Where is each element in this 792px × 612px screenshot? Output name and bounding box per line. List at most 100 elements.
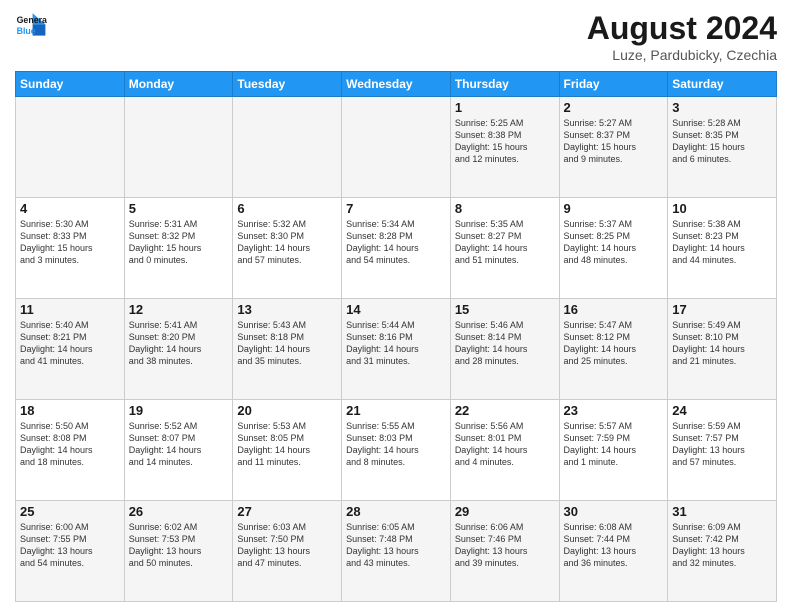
day-number: 3: [672, 100, 772, 115]
day-number: 26: [129, 504, 229, 519]
calendar-cell: 10 Sunrise: 5:38 AM Sunset: 8:23 PM Dayli…: [668, 198, 777, 299]
weekday-header-wednesday: Wednesday: [342, 72, 451, 97]
day-number: 29: [455, 504, 555, 519]
day-info: Sunrise: 6:00 AM Sunset: 7:55 PM Dayligh…: [20, 521, 120, 570]
calendar-cell: 8 Sunrise: 5:35 AM Sunset: 8:27 PM Daylig…: [450, 198, 559, 299]
calendar-cell: 21 Sunrise: 5:55 AM Sunset: 8:03 PM Dayli…: [342, 400, 451, 501]
day-number: 19: [129, 403, 229, 418]
day-info: Sunrise: 5:53 AM Sunset: 8:05 PM Dayligh…: [237, 420, 337, 469]
calendar-cell: [16, 97, 125, 198]
day-number: 24: [672, 403, 772, 418]
day-info: Sunrise: 5:47 AM Sunset: 8:12 PM Dayligh…: [564, 319, 664, 368]
day-number: 4: [20, 201, 120, 216]
day-info: Sunrise: 5:49 AM Sunset: 8:10 PM Dayligh…: [672, 319, 772, 368]
weekday-header-tuesday: Tuesday: [233, 72, 342, 97]
calendar-cell: 9 Sunrise: 5:37 AM Sunset: 8:25 PM Daylig…: [559, 198, 668, 299]
calendar-cell: 22 Sunrise: 5:56 AM Sunset: 8:01 PM Dayli…: [450, 400, 559, 501]
day-number: 23: [564, 403, 664, 418]
svg-text:Blue: Blue: [17, 26, 36, 36]
day-number: 25: [20, 504, 120, 519]
day-number: 30: [564, 504, 664, 519]
logo: General Blue: [15, 10, 51, 42]
calendar-cell: 7 Sunrise: 5:34 AM Sunset: 8:28 PM Daylig…: [342, 198, 451, 299]
svg-text:General: General: [17, 15, 47, 25]
day-number: 16: [564, 302, 664, 317]
calendar-cell: 6 Sunrise: 5:32 AM Sunset: 8:30 PM Daylig…: [233, 198, 342, 299]
day-info: Sunrise: 5:35 AM Sunset: 8:27 PM Dayligh…: [455, 218, 555, 267]
day-info: Sunrise: 5:38 AM Sunset: 8:23 PM Dayligh…: [672, 218, 772, 267]
day-number: 21: [346, 403, 446, 418]
day-info: Sunrise: 5:25 AM Sunset: 8:38 PM Dayligh…: [455, 117, 555, 166]
calendar-cell: 20Sunrise: 5:53 AM Sunset: 8:05 PM Dayli…: [233, 400, 342, 501]
day-info: Sunrise: 5:44 AM Sunset: 8:16 PM Dayligh…: [346, 319, 446, 368]
day-info: Sunrise: 5:34 AM Sunset: 8:28 PM Dayligh…: [346, 218, 446, 267]
calendar-cell: [124, 97, 233, 198]
day-number: 9: [564, 201, 664, 216]
day-info: Sunrise: 6:05 AM Sunset: 7:48 PM Dayligh…: [346, 521, 446, 570]
day-info: Sunrise: 6:03 AM Sunset: 7:50 PM Dayligh…: [237, 521, 337, 570]
day-info: Sunrise: 6:09 AM Sunset: 7:42 PM Dayligh…: [672, 521, 772, 570]
day-info: Sunrise: 5:40 AM Sunset: 8:21 PM Dayligh…: [20, 319, 120, 368]
weekday-header-saturday: Saturday: [668, 72, 777, 97]
calendar-cell: 5Sunrise: 5:31 AM Sunset: 8:32 PM Daylig…: [124, 198, 233, 299]
calendar-cell: 19 Sunrise: 5:52 AM Sunset: 8:07 PM Dayli…: [124, 400, 233, 501]
day-info: Sunrise: 6:02 AM Sunset: 7:53 PM Dayligh…: [129, 521, 229, 570]
day-info: Sunrise: 6:06 AM Sunset: 7:46 PM Dayligh…: [455, 521, 555, 570]
calendar-cell: 28 Sunrise: 6:05 AM Sunset: 7:48 PM Dayli…: [342, 501, 451, 602]
day-number: 7: [346, 201, 446, 216]
day-info: Sunrise: 5:31 AM Sunset: 8:32 PM Dayligh…: [129, 218, 229, 267]
day-info: Sunrise: 5:28 AM Sunset: 8:35 PM Dayligh…: [672, 117, 772, 166]
calendar-cell: 13Sunrise: 5:43 AM Sunset: 8:18 PM Dayli…: [233, 299, 342, 400]
calendar-cell: 27 Sunrise: 6:03 AM Sunset: 7:50 PM Dayli…: [233, 501, 342, 602]
day-info: Sunrise: 5:50 AM Sunset: 8:08 PM Dayligh…: [20, 420, 120, 469]
day-info: Sunrise: 5:59 AM Sunset: 7:57 PM Dayligh…: [672, 420, 772, 469]
day-info: Sunrise: 5:56 AM Sunset: 8:01 PM Dayligh…: [455, 420, 555, 469]
weekday-header-sunday: Sunday: [16, 72, 125, 97]
calendar-cell: 3 Sunrise: 5:28 AM Sunset: 8:35 PM Daylig…: [668, 97, 777, 198]
day-number: 1: [455, 100, 555, 115]
day-number: 17: [672, 302, 772, 317]
calendar-cell: 14Sunrise: 5:44 AM Sunset: 8:16 PM Dayli…: [342, 299, 451, 400]
calendar-cell: 4 Sunrise: 5:30 AM Sunset: 8:33 PM Daylig…: [16, 198, 125, 299]
calendar-cell: 30 Sunrise: 6:08 AM Sunset: 7:44 PM Dayli…: [559, 501, 668, 602]
calendar-cell: [342, 97, 451, 198]
header: General Blue August 2024 Luze, Pardubick…: [15, 10, 777, 63]
calendar-cell: 1 Sunrise: 5:25 AM Sunset: 8:38 PM Daylig…: [450, 97, 559, 198]
day-number: 10: [672, 201, 772, 216]
calendar-cell: 29 Sunrise: 6:06 AM Sunset: 7:46 PM Dayli…: [450, 501, 559, 602]
calendar-cell: 26 Sunrise: 6:02 AM Sunset: 7:53 PM Dayli…: [124, 501, 233, 602]
calendar-week-row: 18 Sunrise: 5:50 AM Sunset: 8:08 PM Dayli…: [16, 400, 777, 501]
day-info: Sunrise: 5:57 AM Sunset: 7:59 PM Dayligh…: [564, 420, 664, 469]
day-number: 28: [346, 504, 446, 519]
day-number: 6: [237, 201, 337, 216]
calendar-cell: 15 Sunrise: 5:46 AM Sunset: 8:14 PM Dayli…: [450, 299, 559, 400]
weekday-header-thursday: Thursday: [450, 72, 559, 97]
calendar-week-row: 25 Sunrise: 6:00 AM Sunset: 7:55 PM Dayli…: [16, 501, 777, 602]
title-block: August 2024 Luze, Pardubicky, Czechia: [587, 10, 777, 63]
calendar-table: SundayMondayTuesdayWednesdayThursdayFrid…: [15, 71, 777, 602]
day-number: 13: [237, 302, 337, 317]
day-number: 27: [237, 504, 337, 519]
day-number: 22: [455, 403, 555, 418]
day-number: 11: [20, 302, 120, 317]
calendar-cell: [233, 97, 342, 198]
day-number: 8: [455, 201, 555, 216]
day-info: Sunrise: 6:08 AM Sunset: 7:44 PM Dayligh…: [564, 521, 664, 570]
day-info: Sunrise: 5:52 AM Sunset: 8:07 PM Dayligh…: [129, 420, 229, 469]
weekday-header-row: SundayMondayTuesdayWednesdayThursdayFrid…: [16, 72, 777, 97]
day-info: Sunrise: 5:32 AM Sunset: 8:30 PM Dayligh…: [237, 218, 337, 267]
calendar-cell: 2 Sunrise: 5:27 AM Sunset: 8:37 PM Daylig…: [559, 97, 668, 198]
day-number: 2: [564, 100, 664, 115]
day-info: Sunrise: 5:46 AM Sunset: 8:14 PM Dayligh…: [455, 319, 555, 368]
calendar-cell: 16 Sunrise: 5:47 AM Sunset: 8:12 PM Dayli…: [559, 299, 668, 400]
day-number: 12: [129, 302, 229, 317]
day-info: Sunrise: 5:30 AM Sunset: 8:33 PM Dayligh…: [20, 218, 120, 267]
calendar-cell: 25 Sunrise: 6:00 AM Sunset: 7:55 PM Dayli…: [16, 501, 125, 602]
calendar-cell: 11 Sunrise: 5:40 AM Sunset: 8:21 PM Dayli…: [16, 299, 125, 400]
day-number: 18: [20, 403, 120, 418]
subtitle: Luze, Pardubicky, Czechia: [587, 47, 777, 63]
day-info: Sunrise: 5:27 AM Sunset: 8:37 PM Dayligh…: [564, 117, 664, 166]
day-info: Sunrise: 5:37 AM Sunset: 8:25 PM Dayligh…: [564, 218, 664, 267]
day-info: Sunrise: 5:55 AM Sunset: 8:03 PM Dayligh…: [346, 420, 446, 469]
day-number: 15: [455, 302, 555, 317]
